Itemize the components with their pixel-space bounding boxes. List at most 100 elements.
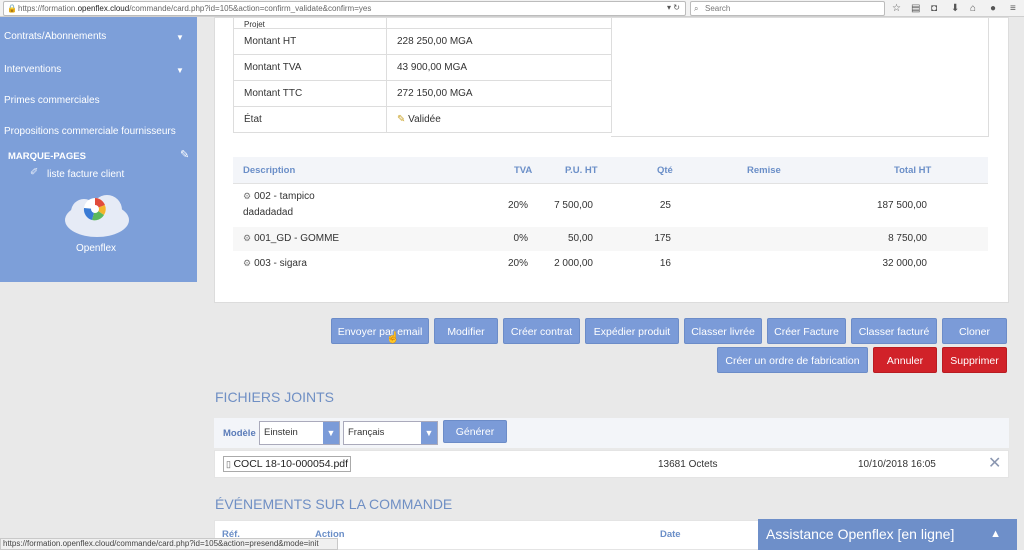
table-row: ⚙ 003 - sigara 20% 2 000,00 16 32 000,00 — [233, 251, 988, 279]
search-input[interactable]: ⌕ Search — [690, 1, 885, 16]
row-label: Montant TTC — [233, 80, 387, 107]
search-icon: ⌕ — [694, 4, 699, 13]
file-name: COCL 18-10-000054.pdf — [233, 458, 349, 470]
classify-delivered-button[interactable]: Classer livrée — [684, 318, 762, 344]
row-value: 272 150,00 MGA — [386, 80, 612, 107]
col-qty: Qté — [657, 165, 673, 176]
generate-button[interactable]: Générer — [443, 420, 507, 443]
table-row: ⚙ 002 - tampico dadadadad 20% 7 500,00 25… — [233, 185, 988, 227]
project-value — [386, 17, 612, 29]
bookmark-item[interactable]: liste facture client — [47, 169, 124, 180]
delete-file-icon[interactable]: ✕ — [988, 453, 1001, 473]
caret-down-icon[interactable]: ▼ — [176, 33, 184, 42]
line-tva: 0% — [513, 233, 528, 244]
line-desc: ⚙ 003 - sigara — [243, 258, 307, 269]
col-remise: Remise — [747, 165, 781, 176]
support-chat-widget[interactable]: Assistance Openflex [en ligne] ▲ — [758, 519, 1017, 550]
create-contract-button[interactable]: Créer contrat — [503, 318, 580, 344]
model-select[interactable]: Einstein ▼ — [259, 421, 340, 445]
openflex-logo-icon — [65, 195, 129, 237]
logo-text: Openflex — [76, 243, 117, 254]
project-label: Projet — [233, 17, 387, 29]
product-icon: ⚙ — [243, 258, 252, 268]
edit-button[interactable]: Modifier — [434, 318, 498, 344]
caret-down-icon[interactable]: ▼ — [176, 66, 184, 75]
create-manufacturing-order-button[interactable]: Créer un ordre de fabrication — [717, 347, 868, 373]
star-icon[interactable]: ☆ — [892, 0, 901, 17]
delete-button[interactable]: Supprimer — [942, 347, 1007, 373]
sidebar-item-interventions[interactable]: Interventions — [4, 64, 61, 75]
model-label: Modèle — [223, 428, 256, 439]
language-select-value: Français — [348, 427, 385, 438]
table-row: État ✎ Validée — [233, 106, 612, 133]
url-suffix: /commande/card.php?id=105&action=confirm… — [129, 4, 372, 13]
line-desc-note: dadadadad — [243, 207, 294, 218]
reload-icon[interactable]: ▾ ↻ — [667, 1, 680, 14]
sidebar-item-contrats[interactable]: Contrats/Abonnements — [4, 31, 106, 42]
line-total: 32 000,00 — [882, 258, 928, 269]
home-icon[interactable]: ⌂ — [970, 0, 976, 17]
chevron-down-icon[interactable]: ▼ — [323, 422, 339, 444]
url-prefix: https://formation. — [18, 4, 78, 13]
line-desc: ⚙ 002 - tampico — [243, 191, 315, 202]
browser-toolbar: 🔒 https://formation.openflex.cloud/comma… — [0, 0, 1024, 17]
file-link[interactable]: ▯ COCL 18-10-000054.pdf — [223, 456, 352, 472]
lines-header: Description TVA P.U. HT Qté Remise Total… — [233, 157, 988, 184]
col-total: Total HT — [894, 165, 932, 176]
row-label: Montant TVA — [233, 54, 387, 81]
line-desc-text: 001_GD - GOMME — [254, 233, 340, 244]
cancel-button[interactable]: Annuler — [873, 347, 937, 373]
model-select-value: Einstein — [264, 427, 298, 438]
col-pu: P.U. HT — [565, 165, 598, 176]
status-value: Validée — [408, 114, 441, 125]
events-section-title: ÉVÉNEMENTS SUR LA COMMANDE — [215, 496, 453, 512]
bookmarks-title: MARQUE-PAGES — [8, 151, 86, 162]
sidebar: Contrats/Abonnements ▼ Interventions ▼ P… — [0, 17, 197, 282]
line-qty: 25 — [659, 200, 671, 211]
create-invoice-button[interactable]: Créer Facture — [767, 318, 846, 344]
col-tva: TVA — [514, 165, 533, 176]
line-desc-text: 002 - tampico — [254, 191, 315, 202]
files-section-title: FICHIERS JOINTS — [215, 389, 335, 405]
line-total: 187 500,00 — [876, 200, 927, 211]
validated-icon: ✎ — [397, 114, 406, 125]
language-select[interactable]: Français ▼ — [343, 421, 438, 445]
download-icon[interactable]: ⬇ — [951, 0, 959, 17]
clone-button[interactable]: Cloner — [942, 318, 1007, 344]
row-label: Montant HT — [233, 28, 387, 55]
bookmark-add-icon[interactable]: ✎ — [180, 148, 189, 161]
menu-icon[interactable]: ≡ — [1010, 0, 1016, 17]
product-icon: ⚙ — [243, 191, 252, 201]
col-date: Date — [660, 529, 681, 540]
summary-side-panel — [611, 17, 989, 137]
comment-icon[interactable]: ● — [990, 0, 996, 17]
sidebar-item-primes[interactable]: Primes commerciales — [4, 95, 100, 106]
sidebar-item-propositions[interactable]: Propositions commerciale fournisseurs — [4, 126, 176, 137]
lock-icon: 🔒 — [7, 4, 17, 13]
ship-product-button[interactable]: Expédier produit — [585, 318, 679, 344]
row-label: État — [233, 106, 387, 133]
mouse-cursor-icon: ☝ — [386, 332, 400, 344]
file-date: 10/10/2018 16:05 — [858, 459, 936, 470]
line-pu: 7 500,00 — [554, 200, 593, 211]
row-value: 43 900,00 MGA — [386, 54, 612, 81]
classify-billed-button[interactable]: Classer facturé — [851, 318, 937, 344]
url-bar[interactable]: 🔒 https://formation.openflex.cloud/comma… — [3, 1, 686, 16]
table-row: Projet — [233, 17, 612, 29]
line-qty: 175 — [654, 233, 671, 244]
table-row: Montant TTC 272 150,00 MGA — [233, 80, 612, 107]
table-row: Montant TVA 43 900,00 MGA — [233, 54, 612, 81]
chevron-up-icon[interactable]: ▲ — [990, 519, 1001, 550]
url-domain: openflex.cloud — [77, 4, 130, 13]
pocket-icon[interactable]: ◘ — [931, 0, 937, 17]
line-pu: 50,00 — [567, 233, 593, 244]
file-size: 13681 Octets — [658, 459, 718, 470]
row-value: 228 250,00 MGA — [386, 28, 612, 55]
chevron-down-icon[interactable]: ▼ — [421, 422, 437, 444]
send-email-button[interactable]: Envoyer par email — [331, 318, 429, 344]
table-row: Montant HT 228 250,00 MGA — [233, 28, 612, 55]
chat-label: Assistance Openflex [en ligne] — [766, 526, 955, 542]
clipboard-icon[interactable]: ▤ — [911, 0, 920, 17]
col-description: Description — [243, 165, 296, 176]
product-icon: ⚙ — [243, 233, 252, 243]
